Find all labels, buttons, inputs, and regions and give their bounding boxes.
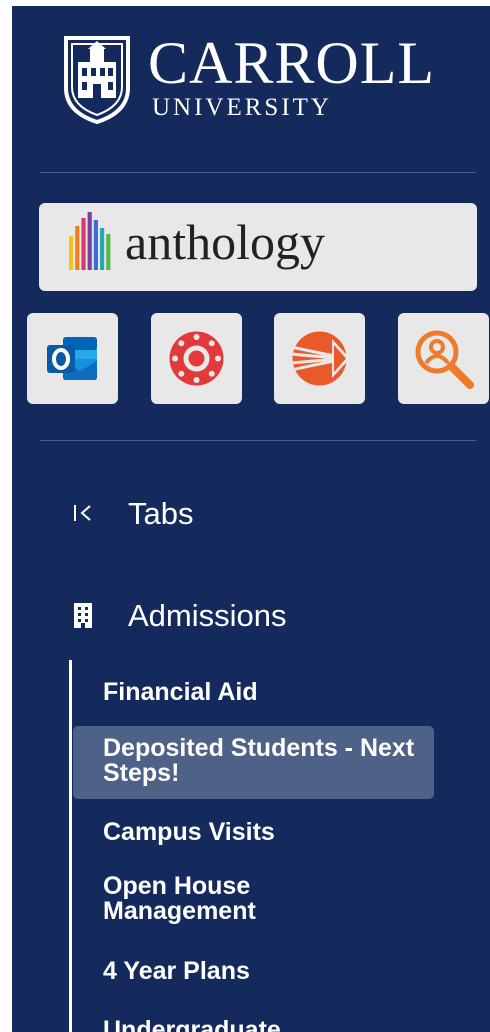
anthology-banner[interactable]: anthology <box>39 203 477 291</box>
tree-line <box>69 660 72 1032</box>
nav-item-campus-visits[interactable]: Campus Visits <box>73 820 434 850</box>
building-icon <box>74 603 92 628</box>
nav-item-open-house-management[interactable]: Open House Management <box>73 874 434 930</box>
kaltura-icon <box>292 331 350 386</box>
canvas-app-button[interactable] <box>151 313 242 404</box>
anthology-bar <box>100 228 105 270</box>
canvas-icon <box>169 331 224 386</box>
divider <box>40 172 476 173</box>
nav-item-4-year-plans[interactable]: 4 Year Plans <box>73 959 434 989</box>
anthology-bar <box>81 218 86 270</box>
kaltura-app-button[interactable] <box>274 313 365 404</box>
anthology-bar <box>93 220 98 270</box>
outlook-icon <box>47 337 97 380</box>
anthology-label: anthology <box>125 214 325 270</box>
anthology-bar <box>75 226 80 270</box>
nav-item-financial-aid[interactable]: Financial Aid <box>73 680 434 710</box>
crest-icon <box>64 36 130 124</box>
anthology-bar <box>69 236 74 270</box>
nav-item-undergraduate[interactable]: Undergraduate <box>73 1018 434 1032</box>
divider <box>40 440 476 441</box>
anthology-bar <box>106 234 111 270</box>
outlook-app-button[interactable] <box>27 313 118 404</box>
logo-name: CARROLL <box>148 30 436 96</box>
nav-item-deposited-students[interactable]: Deposited Students - Next Steps! <box>73 726 434 799</box>
logo-subtitle: UNIVERSITY <box>152 94 332 121</box>
anthology-bar <box>87 212 92 270</box>
tabs-label: Tabs <box>128 496 194 531</box>
collapse-left-icon <box>74 505 91 521</box>
anthology-bars-icon <box>69 212 111 270</box>
people-search-app-button[interactable] <box>398 313 489 404</box>
sidebar: CARROLL UNIVERSITY anthology Tabs Admiss… <box>12 6 490 1032</box>
people-search-icon <box>415 330 474 389</box>
admissions-label: Admissions <box>128 598 287 633</box>
